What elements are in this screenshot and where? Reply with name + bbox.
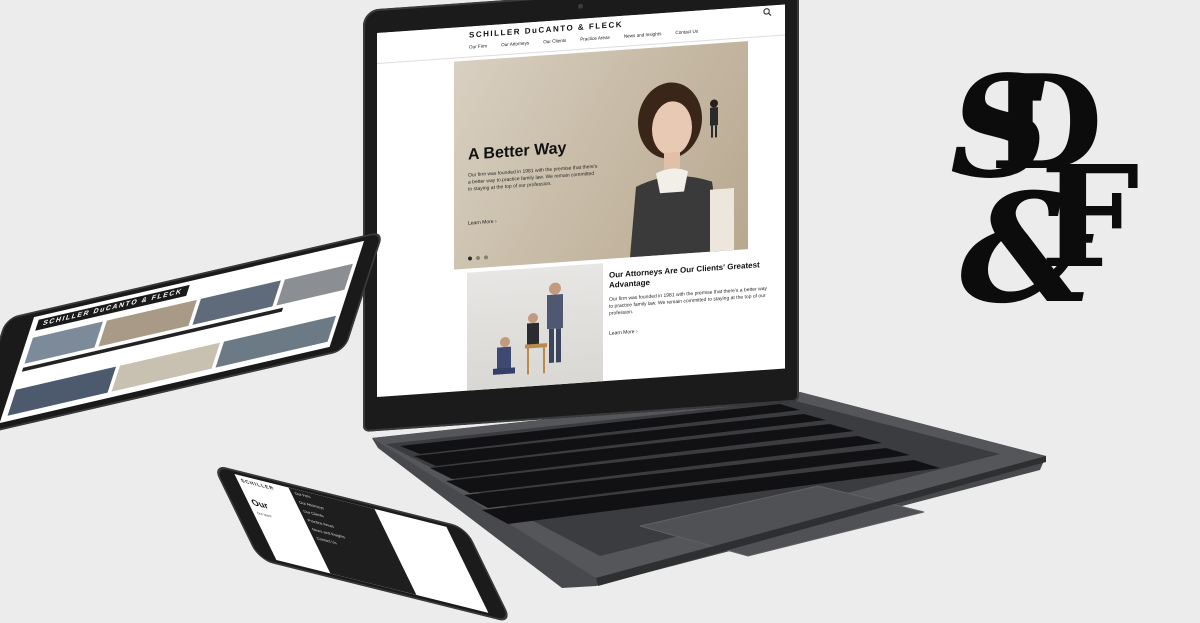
search-icon[interactable]	[763, 7, 775, 20]
attorneys-photo	[467, 263, 603, 398]
slider-dot-3[interactable]	[484, 255, 488, 260]
hero-body: Our firm was founded in 1981 with the pr…	[468, 163, 598, 193]
feature-title: Our Attorneys Are Our Clients' Greatest …	[609, 260, 760, 290]
laptop-lid: SCHILLER DuCANTO & FLECK Our Firm Our At…	[363, 0, 799, 433]
webcam	[578, 3, 583, 9]
slider-dot-1[interactable]	[468, 256, 472, 261]
feature-learn-more-link[interactable]: Learn More ›	[609, 329, 638, 337]
phone-heading: Our	[249, 496, 271, 511]
svg-text:&: &	[960, 161, 1095, 326]
nav-our-clients[interactable]: Our Clients	[543, 38, 566, 45]
hero-slider: A Better Way Our firm was founded in 198…	[454, 41, 748, 270]
phone-body: Our team	[255, 510, 273, 519]
nav-contact-us[interactable]: Contact Us	[675, 29, 698, 36]
hero-portrait-image	[630, 82, 734, 258]
nav-our-attorneys[interactable]: Our Attorneys	[501, 40, 529, 47]
feature-body: Our firm was founded in 1981 with the pr…	[609, 285, 767, 317]
hero-title: A Better Way	[468, 139, 567, 164]
phone-site-logo: SCHILLER	[239, 477, 276, 493]
sdf-monogram-logo: S D F &	[950, 56, 1139, 326]
device-mockup-scene: SCHILLER DuCANTO & FLECK Our Firm Our At…	[0, 0, 1200, 623]
laptop-screen: SCHILLER DuCANTO & FLECK Our Firm Our At…	[377, 4, 785, 398]
nav-our-firm[interactable]: Our Firm	[469, 43, 487, 49]
slider-dots	[468, 255, 488, 261]
slider-dot-2[interactable]	[476, 255, 480, 261]
hero-learn-more-link[interactable]: Learn More ›	[468, 219, 497, 227]
tablet-photo-tile	[276, 263, 353, 306]
nav-practice-areas[interactable]: Practice Areas	[580, 35, 610, 42]
nav-news-and-insights[interactable]: News and Insights	[624, 31, 662, 39]
